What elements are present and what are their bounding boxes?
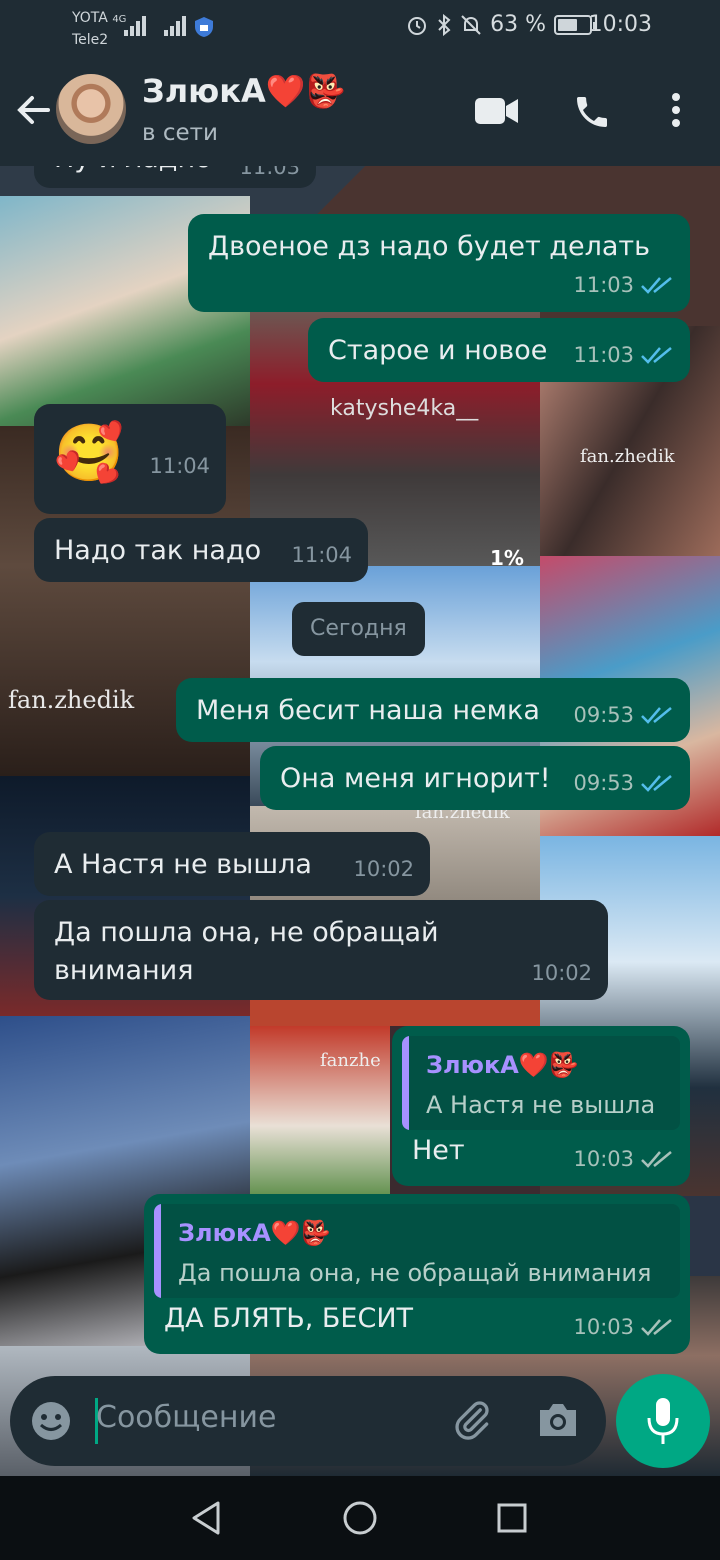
double-check-icon	[641, 775, 672, 792]
message-bubble[interactable]: Надо так надо 11:04	[34, 518, 368, 582]
message-bubble[interactable]: Да пошла она, не обращай внимания 10:02	[34, 900, 608, 1000]
time-label: 09:53	[573, 771, 634, 795]
message-bubble[interactable]: Ну и ладно 11:03	[34, 166, 316, 188]
double-check-icon	[641, 277, 672, 294]
wallpaper-watermark: katyshe4ka__	[330, 396, 479, 421]
chat-area[interactable]: fan.zhedik fan.zhedik katyshe4ka__ fan.z…	[0, 166, 720, 1476]
reply-message-bubble[interactable]: ЗлюкА❤️👺 А Настя не вышла Нет 10:03	[392, 1026, 690, 1186]
time-label: 10:03	[573, 1147, 634, 1171]
double-check-icon	[641, 1319, 672, 1336]
camera-icon[interactable]	[536, 1400, 580, 1440]
time-label: 11:03	[573, 273, 634, 297]
quote-text: А Настя не вышла	[426, 1091, 656, 1119]
status-bar: YOTA 4G Tele2 63 % 10:03	[0, 0, 720, 56]
message-text: А Настя не вышла	[54, 849, 312, 880]
message-emoji: 🥰	[54, 421, 124, 486]
day-separator: Сегодня	[292, 602, 425, 656]
message-text: Меня бесит наша немка	[196, 695, 540, 726]
time-label: 11:03	[573, 343, 634, 367]
message-meta: 10:02	[531, 954, 592, 992]
message-meta: 10:03	[573, 1140, 674, 1178]
nav-home-icon[interactable]	[342, 1500, 378, 1536]
time-label: 11:04	[291, 543, 352, 567]
carrier-info: YOTA 4G Tele2	[72, 8, 126, 50]
message-composer: Сообщение	[10, 1376, 606, 1466]
message-input[interactable]: Сообщение	[96, 1400, 276, 1435]
message-bubble[interactable]: А Настя не вышла 10:02	[34, 832, 430, 896]
message-text: Двоеное дз надо будет делать	[208, 231, 651, 262]
nav-recents-icon[interactable]	[496, 1502, 528, 1534]
attach-icon[interactable]	[450, 1398, 494, 1442]
double-check-icon	[641, 1151, 672, 1168]
video-call-icon[interactable]	[474, 96, 520, 126]
time-label: 11:03	[239, 166, 300, 179]
clock: 10:03	[588, 12, 652, 37]
battery-percent: 63 %	[490, 12, 546, 37]
message-time: 11:03	[239, 166, 300, 186]
bluetooth-icon	[438, 13, 451, 36]
wallpaper-watermark: fan.zhedik	[8, 686, 135, 714]
message-meta: 09:53	[573, 696, 674, 734]
message-text: Да пошла она, не обращай внимания	[54, 917, 439, 986]
alarm-icon	[408, 16, 427, 35]
double-check-icon	[641, 707, 672, 724]
reply-message-bubble[interactable]: ЗлюкА❤️👺 Да пошла она, не обращай вниман…	[144, 1194, 690, 1354]
phone-icon[interactable]	[572, 92, 612, 132]
contact-status: в сети	[142, 120, 219, 146]
message-text: Ну и ладно	[54, 166, 212, 174]
time-label: 10:02	[353, 857, 414, 881]
quote-bar	[402, 1036, 409, 1130]
message-bubble[interactable]: Она меня игнорит! 09:53	[260, 746, 690, 810]
quote-author: ЗлюкА❤️👺	[426, 1051, 579, 1079]
message-meta: 09:53	[573, 764, 674, 802]
time-label: 10:03	[573, 1315, 634, 1339]
emoji-icon[interactable]	[30, 1400, 72, 1442]
wallpaper-watermark: fan.zhedik	[580, 446, 675, 467]
double-check-icon	[641, 347, 672, 364]
carrier-2: Tele2	[72, 32, 109, 48]
wallpaper-watermark: fanzhe	[320, 1050, 381, 1071]
message-text: Старое и новое	[328, 335, 548, 366]
message-meta: 11:04	[149, 426, 210, 506]
system-nav-bar	[0, 1476, 720, 1560]
quoted-message[interactable]: ЗлюкА❤️👺 Да пошла она, не обращай вниман…	[154, 1204, 680, 1298]
mic-icon	[647, 1398, 679, 1444]
message-meta: 11:04	[291, 536, 352, 574]
mic-button[interactable]	[616, 1374, 710, 1468]
battery-icon	[554, 14, 596, 35]
message-bubble[interactable]: Меня бесит наша немка 09:53	[176, 678, 690, 742]
carrier-1: YOTA	[72, 10, 108, 26]
wallpaper-watermark: 1%	[490, 546, 524, 570]
shield-icon	[195, 17, 213, 37]
message-meta: 11:03	[573, 336, 674, 374]
message-meta: 11:03	[573, 266, 674, 304]
more-icon[interactable]	[670, 92, 682, 128]
time-label: 10:02	[531, 961, 592, 985]
status-right: 63 %	[406, 12, 596, 37]
message-bubble[interactable]: Старое и новое 11:03	[308, 318, 690, 382]
quote-bar	[154, 1204, 161, 1298]
message-text: Она меня игнорит!	[280, 763, 551, 794]
signal-2-icon	[164, 14, 186, 36]
avatar[interactable]	[56, 74, 126, 144]
time-label: 11:04	[149, 454, 210, 478]
quote-author: ЗлюкА❤️👺	[178, 1219, 331, 1247]
time-label: 09:53	[573, 703, 634, 727]
back-arrow-icon[interactable]	[14, 86, 54, 134]
contact-name[interactable]: ЗлюкА❤️👺	[142, 72, 345, 110]
message-text: ДА БЛЯТЬ, БЕСИТ	[164, 1303, 414, 1334]
message-bubble[interactable]: Двоеное дз надо будет делать 11:03	[188, 214, 690, 312]
message-text: Надо так надо	[54, 535, 262, 566]
nav-back-icon[interactable]	[190, 1500, 222, 1536]
message-meta: 10:03	[573, 1308, 674, 1346]
mute-icon	[461, 14, 481, 35]
message-bubble[interactable]: 🥰 11:04	[34, 404, 226, 514]
message-meta: 10:02	[353, 850, 414, 888]
signal-1-icon	[124, 14, 146, 36]
quoted-message[interactable]: ЗлюкА❤️👺 А Настя не вышла	[402, 1036, 680, 1130]
chat-header: ЗлюкА❤️👺 в сети	[0, 56, 720, 166]
quote-text: Да пошла она, не обращай внимания	[178, 1259, 652, 1287]
message-text: Нет	[412, 1135, 465, 1166]
